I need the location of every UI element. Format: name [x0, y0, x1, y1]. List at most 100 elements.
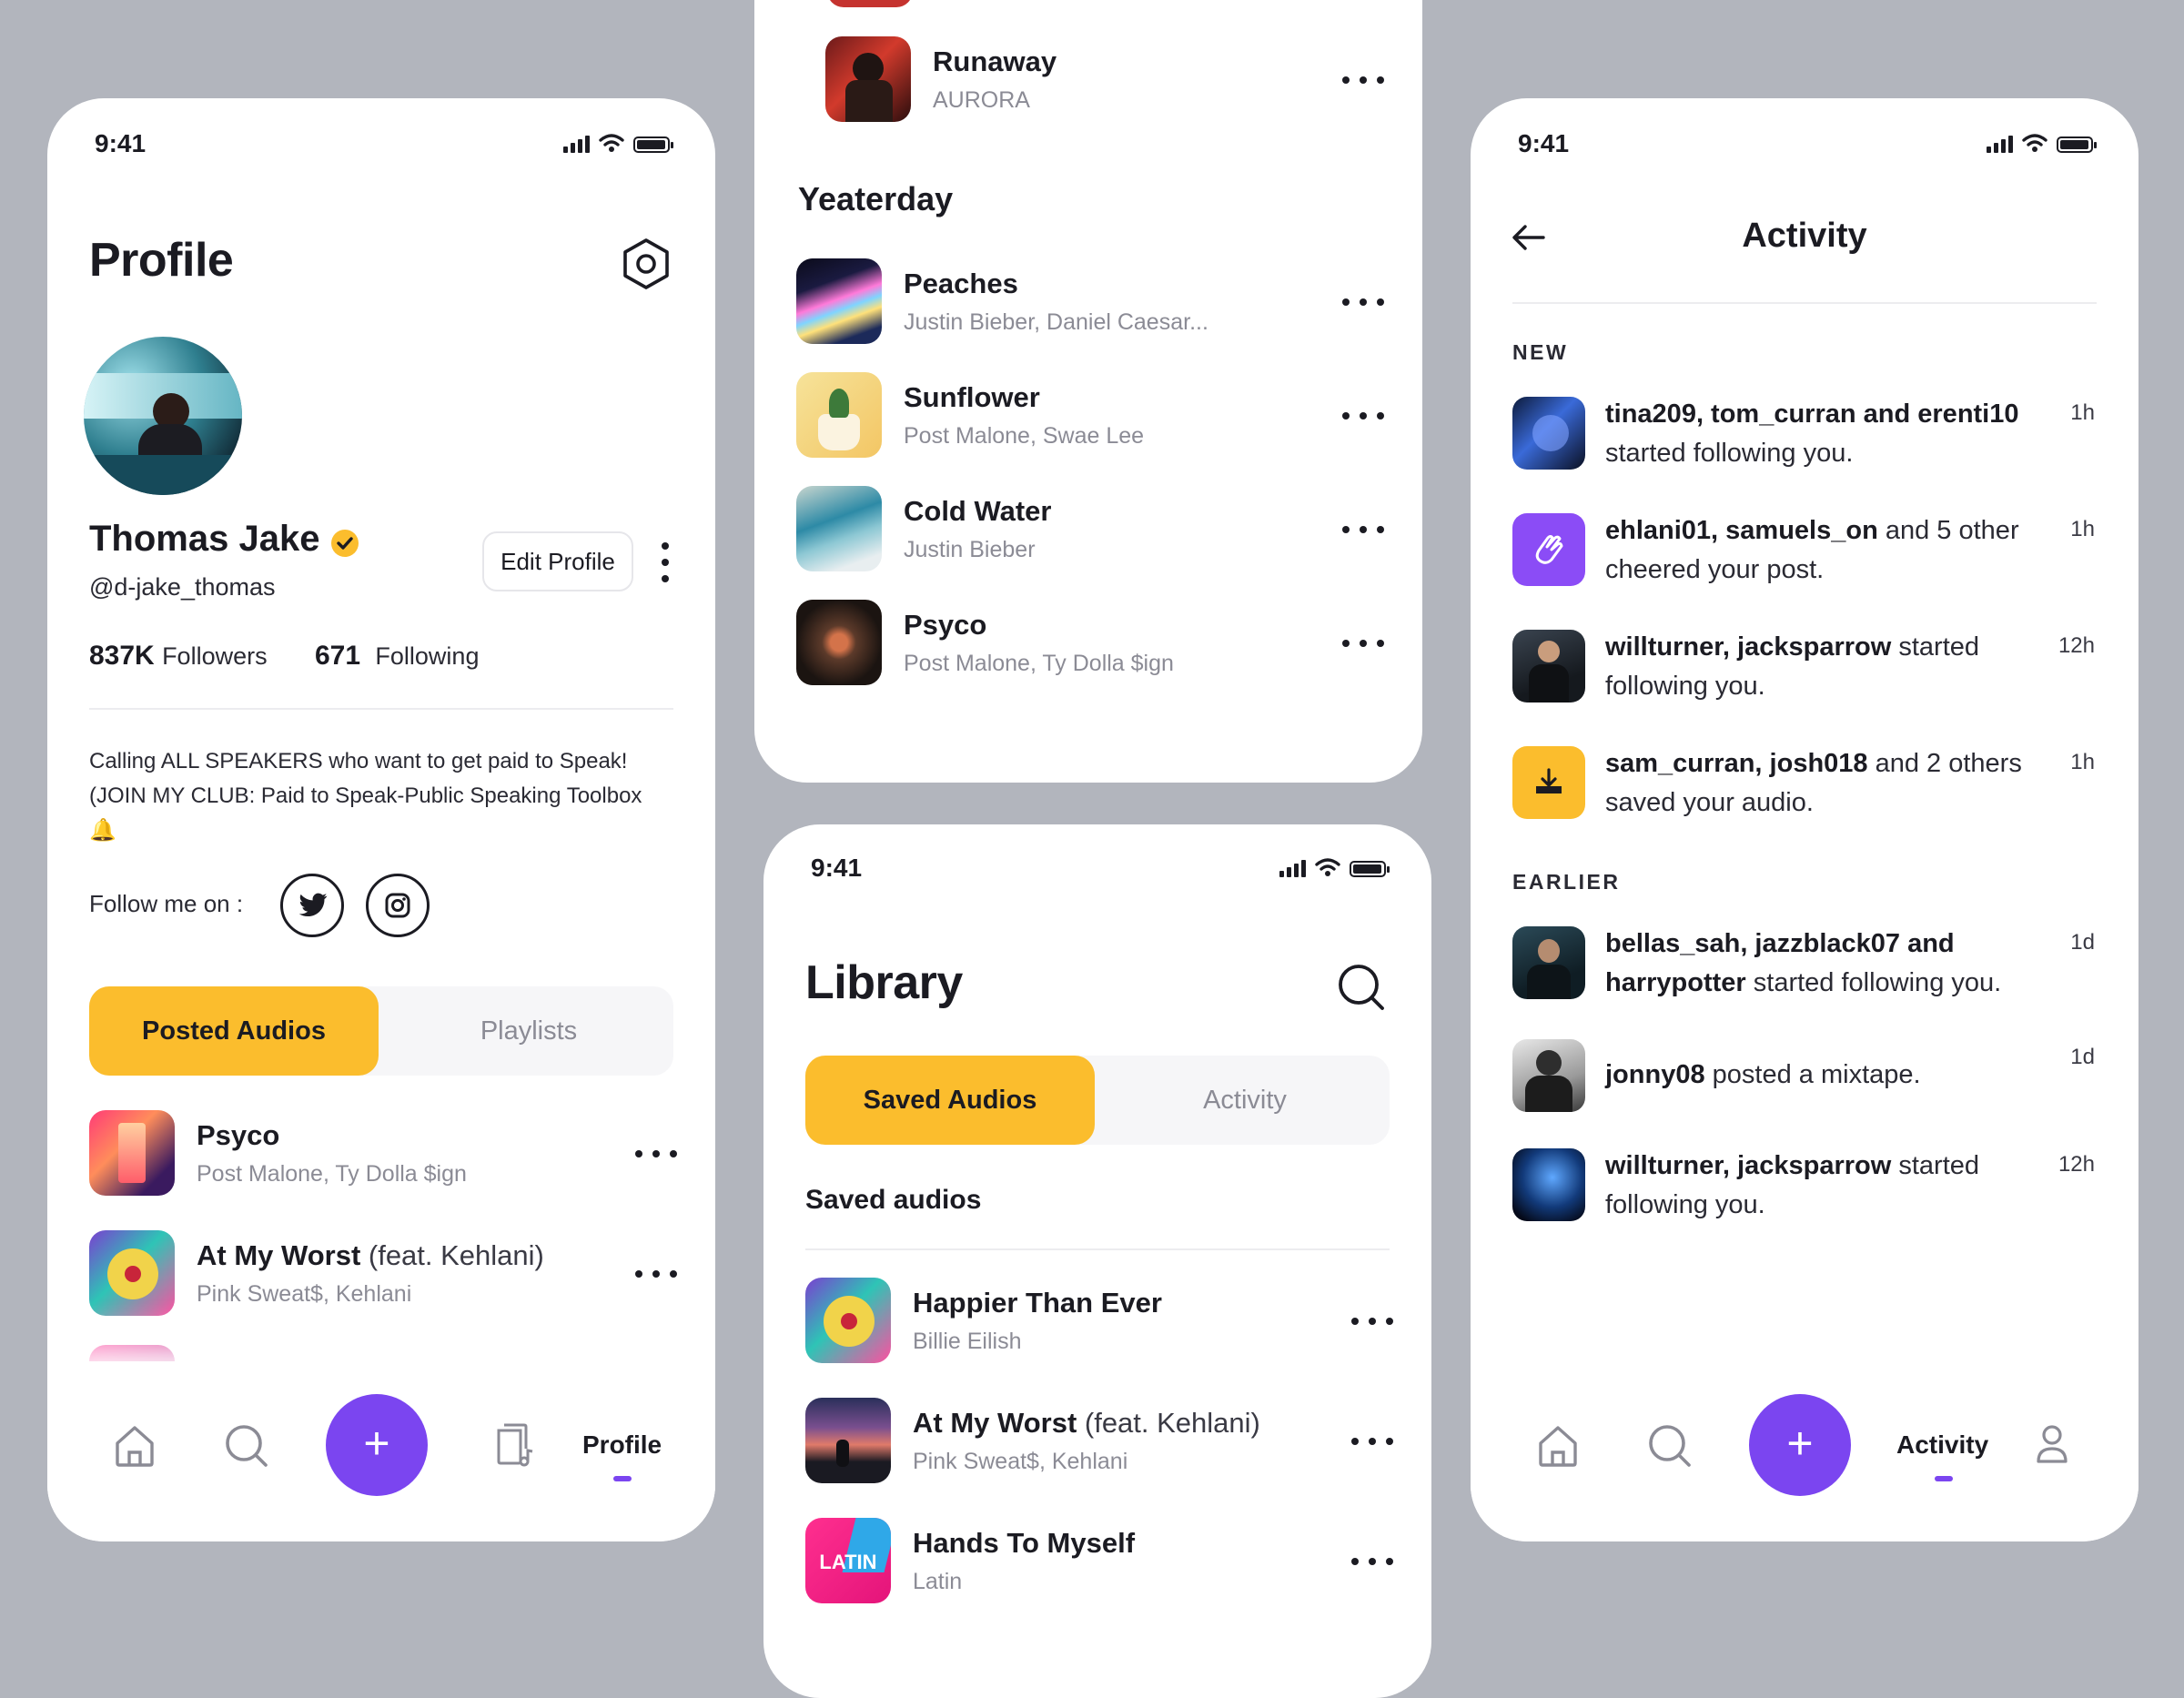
activity-text: willturner, jacksparrow started followin… [1605, 628, 2033, 706]
home-icon[interactable] [1536, 1423, 1580, 1469]
edit-profile-button[interactable]: Edit Profile [482, 531, 633, 591]
tab-playlists[interactable]: Playlists [384, 986, 673, 1076]
more-options-icon[interactable] [1342, 71, 1384, 89]
song-artist: Justin Bieber [904, 537, 1036, 562]
album-cover [827, 0, 913, 7]
page-title: Profile [89, 234, 234, 287]
song-title-main: Happier Than Ever [913, 1287, 1162, 1319]
more-options-icon[interactable] [1351, 1312, 1393, 1330]
wifi-icon [1315, 858, 1340, 876]
download-icon [1536, 768, 1562, 793]
nav-active-indicator [613, 1476, 632, 1481]
activity-screen: 9:41 Activity NEW tina209, tom_curran an… [1471, 98, 2138, 1541]
wifi-icon [2022, 134, 2048, 152]
list-item[interactable]: LATIN Hands To Myself Latin [763, 1518, 1431, 1605]
song-title-main: At My Worst [913, 1407, 1077, 1439]
activity-action: started following you. [1605, 439, 1854, 468]
twitter-button[interactable] [280, 874, 344, 937]
divider [1512, 302, 2097, 304]
library-tabs: Saved Audios Activity [805, 1056, 1390, 1145]
user-avatar [1512, 513, 1585, 586]
signal-icon [1279, 859, 1306, 877]
profile-screen: 9:41 Profile Thomas Jake @d-jake_thomas … [47, 98, 715, 1541]
status-bar: 9:41 [47, 124, 715, 164]
following-count: 671 [315, 641, 361, 671]
list-item[interactable]: Psyco Post Malone, Ty Dolla $ign [47, 1110, 715, 1198]
nav-active-indicator [1935, 1476, 1953, 1481]
search-icon[interactable] [1647, 1423, 1693, 1469]
more-options-icon[interactable] [1342, 521, 1384, 539]
add-button[interactable]: + [326, 1394, 428, 1496]
list-item[interactable]: Psyco Post Malone, Ty Dolla $ign [754, 600, 1422, 687]
signal-icon [563, 135, 590, 153]
album-cover [89, 1230, 175, 1316]
add-button[interactable]: + [1749, 1394, 1851, 1496]
profile-tabs: Posted Audios Playlists [89, 986, 673, 1076]
album-cover [796, 486, 882, 571]
list-item[interactable]: Peaches Justin Bieber, Daniel Caesar... [754, 258, 1422, 346]
song-title-extra: (feat. Kehlani) [360, 1239, 544, 1271]
user-icon[interactable] [2035, 1423, 2069, 1465]
song-title: Happier Than Ever [913, 1287, 1162, 1319]
song-title: Psyco [197, 1119, 280, 1151]
activity-action: started following you. [1745, 968, 2002, 997]
following-stat[interactable]: 671 Following [315, 641, 479, 672]
section-earlier: EARLIER [1512, 870, 1621, 894]
list-item[interactable]: Sunflower Post Malone, Swae Lee [754, 372, 1422, 460]
more-options-icon[interactable] [1342, 293, 1384, 311]
more-options-icon[interactable] [1351, 1552, 1393, 1571]
list-item[interactable]: At My Worst (feat. Kehlani) Pink Sweat$,… [47, 1230, 715, 1318]
home-icon[interactable] [113, 1423, 157, 1469]
status-icons [1279, 857, 1390, 877]
tab-saved-audios[interactable]: Saved Audios [805, 1056, 1095, 1145]
activity-users: jonny08 [1605, 1060, 1705, 1089]
activity-text: bellas_sah, jazzblack07 and harrypotter … [1605, 925, 2033, 1003]
activity-users: sam_curran, josh018 [1605, 749, 1868, 778]
list-item[interactable]: At My Worst (feat. Kehlani) Pink Sweat$,… [763, 1398, 1431, 1485]
activity-text: tina209, tom_curran and erenti10 started… [1605, 395, 2033, 473]
album-cover [796, 600, 882, 685]
search-icon[interactable] [224, 1423, 269, 1469]
list-item[interactable]: Happier Than Ever Billie Eilish [763, 1278, 1431, 1365]
avatar[interactable] [84, 337, 242, 495]
section-new: NEW [1512, 340, 1569, 364]
signal-icon [1987, 135, 2013, 153]
more-options-icon[interactable] [1351, 1432, 1393, 1450]
history-screen: Runaway AURORA Yeaterday Peaches Justin … [754, 0, 1422, 783]
twitter-icon [298, 893, 328, 917]
activity-time: 1h [2070, 517, 2095, 541]
plus-icon: + [363, 1418, 390, 1469]
more-options-icon[interactable] [1342, 634, 1384, 652]
song-title-extra: (feat. Kehlani) [1077, 1407, 1260, 1439]
bio-line: (JOIN MY CLUB: Paid to Speak-Public Spea… [89, 783, 642, 808]
list-item[interactable]: Runaway AURORA [754, 36, 1422, 124]
more-options-icon[interactable] [635, 1265, 677, 1283]
library-screen: 9:41 Library Saved Audios Activity Saved… [763, 824, 1431, 1698]
profile-name: Thomas Jake [89, 519, 320, 559]
song-title: Sunflower [904, 381, 1040, 413]
nav-activity-label[interactable]: Activity [1896, 1430, 1988, 1460]
more-vertical-icon[interactable] [661, 542, 670, 582]
more-options-icon[interactable] [1342, 407, 1384, 425]
song-title: Hands To Myself [913, 1527, 1135, 1560]
more-options-icon[interactable] [635, 1145, 677, 1163]
battery-icon [633, 136, 673, 153]
activity-users: willturner, jacksparrow [1605, 632, 1892, 662]
library-icon[interactable] [493, 1421, 535, 1469]
tab-posted-audios[interactable]: Posted Audios [89, 986, 379, 1076]
nav-profile-label[interactable]: Profile [582, 1430, 662, 1460]
activity-users: tina209, tom_curran and erenti10 [1605, 399, 2019, 429]
search-icon[interactable] [1337, 963, 1386, 1012]
followers-stat[interactable]: 837K Followers [89, 641, 268, 672]
song-artist: Billie Eilish [913, 1329, 1022, 1354]
battery-icon [1350, 861, 1390, 877]
album-cover [796, 372, 882, 458]
list-item[interactable]: Cold Water Justin Bieber [754, 486, 1422, 573]
song-title: At My Worst (feat. Kehlani) [913, 1407, 1260, 1440]
settings-hex-icon[interactable] [621, 237, 672, 291]
tab-activity[interactable]: Activity [1100, 1056, 1390, 1145]
song-title: Peaches [904, 268, 1018, 299]
clap-icon [1535, 535, 1563, 564]
profile-bio: Calling ALL SPEAKERS who want to get pai… [89, 744, 690, 848]
instagram-button[interactable] [366, 874, 430, 937]
